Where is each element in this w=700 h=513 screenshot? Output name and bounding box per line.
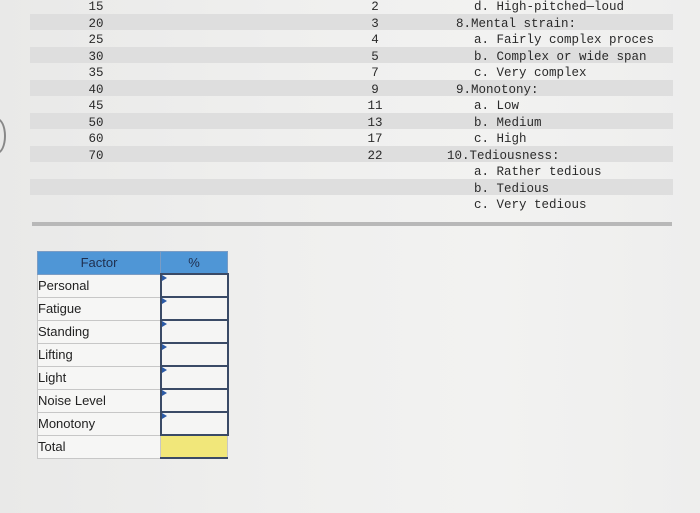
row-stripe [30, 146, 673, 162]
left-value: 35 [88, 66, 104, 80]
criteria-heading: 9.Monotony: [456, 82, 539, 97]
left-value: 70 [88, 148, 104, 163]
row-stripe [30, 14, 673, 30]
row-stripe [30, 80, 673, 96]
left-value: 50 [88, 115, 104, 130]
left-value: 45 [88, 99, 104, 113]
criteria-option: c. Very tedious [474, 198, 587, 212]
factor-label: Monotony [37, 411, 161, 436]
comment-indicator-icon [161, 321, 167, 327]
page-margin-mark [0, 118, 6, 154]
factor-row: Personal [37, 273, 229, 298]
factor-row: Monotony [37, 411, 229, 436]
document-page: 15 20 25 30 35 40 45 50 60 70 2 3 4 5 7 9 11 13 17 22 d. H… [0, 0, 700, 513]
middle-value: 22 [367, 148, 383, 163]
factor-table: Factor % Personal Fatigue Standing Lifting L… [37, 251, 229, 459]
middle-value: 13 [367, 115, 383, 130]
percent-input-cell[interactable] [159, 365, 229, 390]
factor-label: Personal [37, 273, 161, 298]
percent-input-cell[interactable] [159, 296, 229, 321]
criteria-option: c. High [474, 132, 527, 146]
section-divider [32, 222, 672, 226]
criteria-option: d. High-pitched—loud [474, 0, 625, 14]
left-value: 30 [88, 49, 104, 64]
percent-input-cell[interactable] [159, 388, 229, 413]
left-value: 40 [88, 82, 104, 97]
left-value: 20 [88, 16, 104, 31]
percent-input-cell[interactable] [159, 273, 229, 298]
percent-input-cell[interactable] [159, 342, 229, 367]
factor-header: Factor [37, 251, 161, 275]
criteria-option: c. Very complex [474, 66, 587, 80]
factor-label: Noise Level [37, 388, 161, 413]
factor-label: Light [37, 365, 161, 390]
middle-value: 11 [367, 99, 383, 113]
middle-value: 4 [371, 33, 379, 47]
comment-indicator-icon [161, 390, 167, 396]
middle-value: 9 [371, 82, 379, 97]
factor-row: Noise Level [37, 388, 229, 413]
middle-value: 5 [371, 49, 379, 64]
criteria-option: a. Fairly complex proces [474, 33, 655, 47]
criteria-option: b. Medium [474, 115, 542, 130]
percent-input-cell[interactable] [159, 411, 229, 436]
comment-indicator-icon [161, 413, 167, 419]
comment-indicator-icon [161, 298, 167, 304]
comment-indicator-icon [161, 344, 167, 350]
total-label: Total [37, 434, 161, 459]
middle-value: 2 [371, 0, 379, 14]
factor-label: Lifting [37, 342, 161, 367]
factor-label: Standing [37, 319, 161, 344]
criteria-heading: 10.Tediousness: [447, 148, 560, 163]
criteria-heading: 8.Mental strain: [456, 16, 577, 31]
row-stripe [30, 113, 673, 129]
factor-row: Standing [37, 319, 229, 344]
criteria-option: b. Tedious [474, 181, 550, 196]
factor-row: Fatigue [37, 296, 229, 321]
percent-input-cell[interactable] [159, 319, 229, 344]
left-value: 15 [88, 0, 104, 14]
left-value: 25 [88, 33, 104, 47]
factor-label: Fatigue [37, 296, 161, 321]
factor-row: Lifting [37, 342, 229, 367]
middle-value: 17 [367, 132, 383, 146]
row-stripe [30, 179, 673, 195]
total-row: Total [37, 434, 228, 459]
criteria-option: a. Low [474, 99, 520, 113]
total-value-cell[interactable] [160, 434, 228, 459]
criteria-option: a. Rather tedious [474, 165, 602, 179]
factor-row: Light [37, 365, 229, 390]
comment-indicator-icon [161, 275, 167, 281]
comment-indicator-icon [161, 367, 167, 373]
criteria-option: b. Complex or wide span [474, 49, 647, 64]
factor-table-header: Factor % [37, 251, 228, 275]
percent-header: % [160, 251, 228, 275]
left-value: 60 [88, 132, 104, 146]
middle-value: 7 [371, 66, 379, 80]
middle-value: 3 [371, 16, 379, 31]
